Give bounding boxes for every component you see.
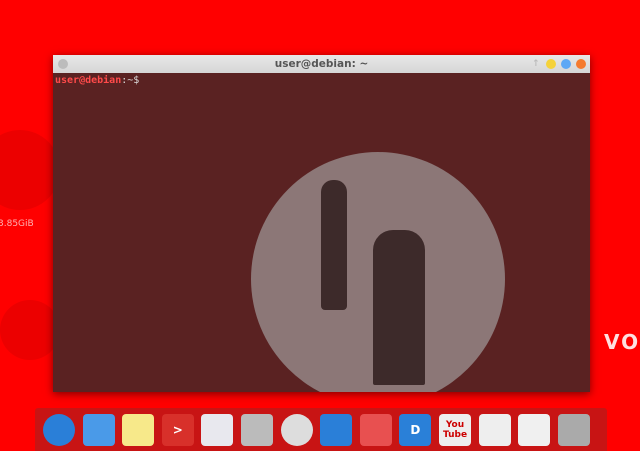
wallpaper-silhouette-woman (321, 180, 347, 310)
prompt-user: user@debian (55, 75, 122, 86)
wallpaper-decoration (0, 300, 60, 360)
desktop-icon[interactable] (320, 414, 353, 446)
settings-toggle-icon[interactable] (518, 414, 551, 446)
youtube-icon[interactable]: You Tube (439, 414, 471, 446)
wallpaper-text: VO (604, 330, 640, 354)
arrow-up-icon[interactable]: ↑ (532, 55, 540, 73)
dictionary-icon[interactable]: D (399, 414, 432, 446)
notes-icon[interactable] (122, 414, 155, 446)
store-icon[interactable] (478, 414, 511, 446)
close-button[interactable] (576, 59, 586, 69)
window-title: user@debian: ~ (274, 58, 369, 70)
window-menu-button[interactable] (58, 59, 68, 69)
camera-icon[interactable] (241, 414, 273, 446)
maximize-button[interactable] (561, 59, 571, 69)
minimize-button[interactable] (546, 59, 556, 69)
wallpaper-decoration (0, 130, 60, 210)
dock: > D You Tube (35, 408, 607, 451)
wallpaper-silhouette-man (373, 230, 425, 385)
window-titlebar[interactable]: user@debian: ~ ↑ (53, 55, 590, 73)
terminal-icon[interactable]: > (161, 414, 194, 446)
terminal-content[interactable]: user@debian:~$ (53, 73, 590, 88)
terminal-window: user@debian: ~ ↑ user@debian:~$ (53, 55, 590, 392)
trash-icon[interactable] (557, 414, 590, 446)
web-browser-icon[interactable] (43, 414, 75, 446)
prompt-path: ~$ (127, 75, 140, 86)
launcher-rocket-icon[interactable] (280, 414, 313, 446)
apps-grid-icon[interactable] (359, 414, 392, 446)
contacts-icon[interactable] (82, 414, 115, 446)
disk-usage-label: 3.85GiB (0, 219, 34, 229)
mail-icon[interactable] (201, 414, 234, 446)
